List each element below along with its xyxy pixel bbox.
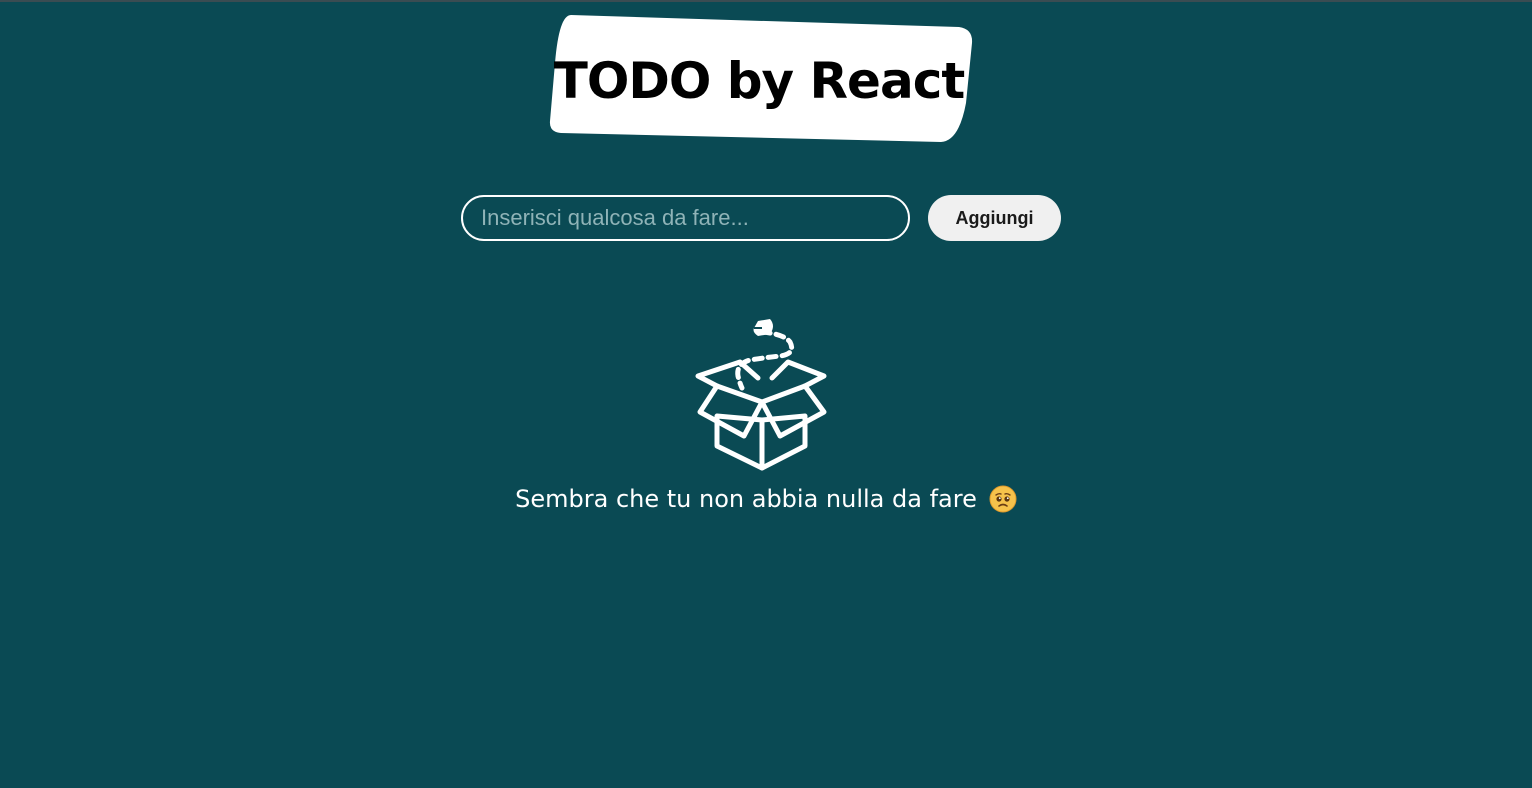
empty-message-text: Sembra che tu non abbia nulla da fare	[515, 485, 977, 513]
todo-input[interactable]	[461, 195, 910, 241]
open-box-icon	[695, 319, 827, 471]
add-button[interactable]: Aggiungi	[928, 195, 1061, 241]
window-top-border	[0, 0, 1532, 2]
todo-app: TODO by React Aggiungi Sembra che tu non…	[0, 0, 1532, 788]
page-title: TODO by React	[553, 52, 966, 110]
add-todo-form: Aggiungi	[461, 195, 1061, 241]
empty-state: Sembra che tu non abbia nulla da fare	[0, 485, 1532, 513]
title-banner: TODO by React	[549, 13, 973, 143]
pleading-face-emoji-icon	[989, 485, 1017, 513]
